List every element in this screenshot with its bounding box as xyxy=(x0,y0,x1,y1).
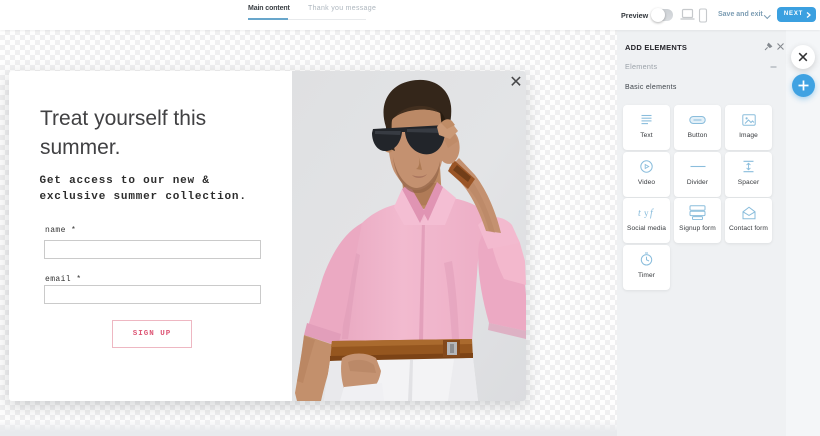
svg-text:f: f xyxy=(650,208,654,219)
svg-text:y: y xyxy=(644,208,649,218)
svg-text:t: t xyxy=(638,208,641,219)
